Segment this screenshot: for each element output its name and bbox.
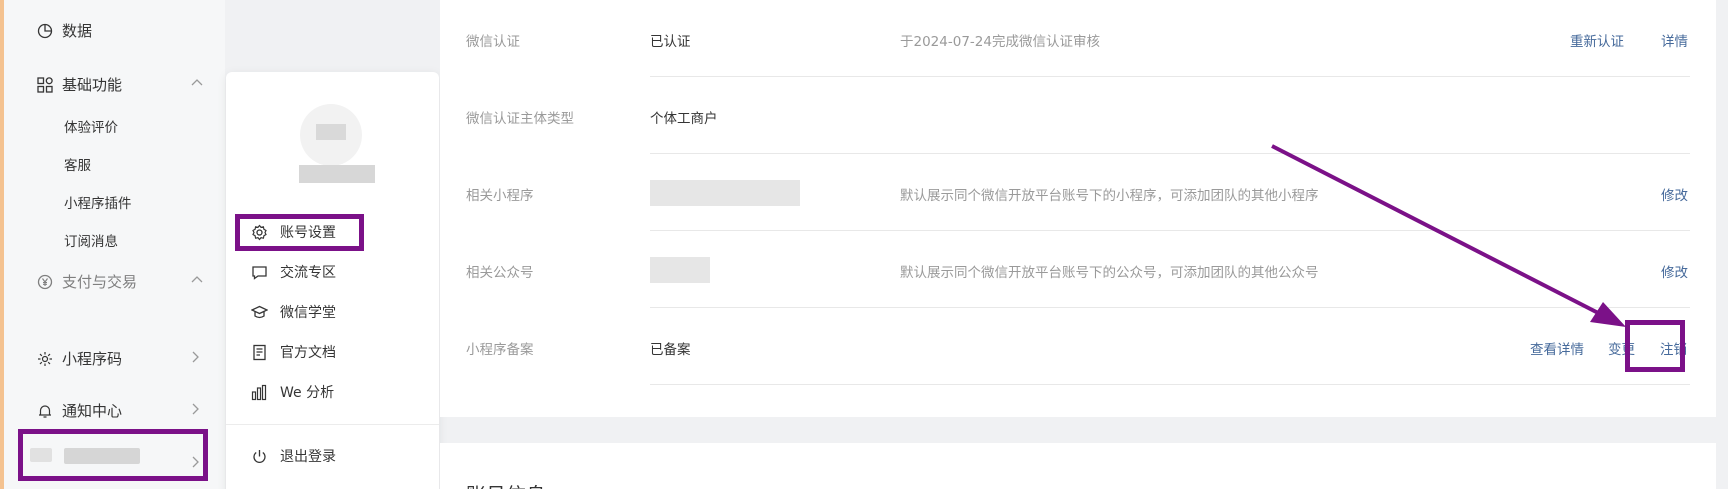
bar-analytics-icon xyxy=(250,383,268,401)
sidebar-item-notifications[interactable]: 通知中心 xyxy=(36,400,122,421)
chevron-up-icon[interactable] xyxy=(190,273,204,291)
sidebar-item-label: 基础功能 xyxy=(62,76,123,94)
divider xyxy=(226,424,439,425)
row-filing: 小程序备案 已备案 查看详情 变更 注销 xyxy=(466,308,1690,385)
sidebar-subitem-customer-service[interactable]: 客服 xyxy=(64,154,91,174)
chat-bubble-icon xyxy=(250,263,268,281)
sidebar-item-label: 通知中心 xyxy=(62,402,123,420)
row-wechat-verification: 微信认证 已认证 于2024-07-24完成微信认证审核 重新认证 详情 xyxy=(466,0,1690,77)
row-label: 微信认证主体类型 xyxy=(466,111,574,127)
menu-item-label: 微信学堂 xyxy=(280,305,336,321)
row-description: 于2024-07-24完成微信认证审核 xyxy=(900,34,1100,50)
row-label: 微信认证 xyxy=(466,34,520,50)
chevron-right-icon[interactable] xyxy=(188,402,202,420)
sidebar-subitem-subscriptions[interactable]: 订阅消息 xyxy=(64,230,118,250)
power-icon xyxy=(250,447,268,465)
sidebar-item-qrcode[interactable]: 小程序码 xyxy=(36,348,122,369)
avatar-placeholder xyxy=(316,124,346,140)
highlight-box-account xyxy=(18,429,208,481)
official-account-placeholder xyxy=(650,257,710,283)
miniprogram-list-placeholder xyxy=(650,180,800,206)
sidebar-item-data[interactable]: 数据 xyxy=(36,20,92,41)
chevron-up-icon[interactable] xyxy=(190,76,204,94)
highlight-box-cancel xyxy=(1625,320,1685,372)
account-info-card: 账号信息 xyxy=(440,443,1716,489)
row-value: 已备案 xyxy=(650,342,691,358)
menu-item-we-analytics[interactable]: We 分析 xyxy=(250,382,334,402)
sidebar-item-label: 小程序码 xyxy=(62,350,123,368)
reverify-link[interactable]: 重新认证 xyxy=(1570,30,1624,50)
view-details-link[interactable]: 查看详情 xyxy=(1530,338,1584,358)
account-details-card: 微信认证 已认证 于2024-07-24完成微信认证审核 重新认证 详情 微信认… xyxy=(440,0,1716,417)
section-title: 账号信息 xyxy=(466,479,546,489)
account-popup-menu: 账号设置 交流专区 微信学堂 官方文档 We 分析 退出登录 xyxy=(226,72,439,489)
graduation-cap-icon xyxy=(250,303,268,321)
logout-button[interactable]: 退出登录 xyxy=(250,446,336,466)
sun-code-icon xyxy=(36,350,54,368)
grid-apps-icon xyxy=(36,76,54,94)
row-verification-entity-type: 微信认证主体类型 个体工商户 xyxy=(466,77,1690,154)
modify-link[interactable]: 修改 xyxy=(1661,261,1688,281)
bell-icon xyxy=(36,402,54,420)
account-name-placeholder xyxy=(299,165,375,183)
sidebar-item-label: 支付与交易 xyxy=(62,273,138,291)
menu-item-label: We 分析 xyxy=(280,385,335,401)
sidebar-subitem-plugins[interactable]: 小程序插件 xyxy=(64,192,132,212)
yuan-coin-icon xyxy=(36,273,54,291)
details-link[interactable]: 详情 xyxy=(1661,30,1688,50)
sidebar: 数据 基础功能 体验评价 客服 小程序插件 订阅消息 支付与交易 小程序码 通知… xyxy=(4,0,225,489)
avatar xyxy=(300,104,362,166)
row-related-official-accounts: 相关公众号 默认展示同个微信开放平台账号下的公众号，可添加团队的其他公众号 修改 xyxy=(466,231,1690,308)
sidebar-item-basic-functions[interactable]: 基础功能 xyxy=(36,74,122,95)
modify-link[interactable]: 修改 xyxy=(1661,184,1688,204)
row-label: 相关公众号 xyxy=(466,265,534,281)
row-related-miniprograms: 相关小程序 默认展示同个微信开放平台账号下的小程序，可添加团队的其他小程序 修改 xyxy=(466,154,1690,231)
logout-label: 退出登录 xyxy=(280,449,336,465)
sidebar-item-label: 数据 xyxy=(62,22,93,40)
row-description: 默认展示同个微信开放平台账号下的公众号，可添加团队的其他公众号 xyxy=(900,265,1319,281)
menu-item-label: 官方文档 xyxy=(280,345,336,361)
row-label: 小程序备案 xyxy=(466,342,534,358)
highlight-box-account-settings xyxy=(235,214,364,251)
menu-item-wechat-academy[interactable]: 微信学堂 xyxy=(250,302,336,322)
row-value: 已认证 xyxy=(650,34,691,50)
row-description: 默认展示同个微信开放平台账号下的小程序，可添加团队的其他小程序 xyxy=(900,188,1319,204)
menu-item-community[interactable]: 交流专区 xyxy=(250,262,336,282)
row-value: 个体工商户 xyxy=(650,111,718,127)
document-icon xyxy=(250,343,268,361)
chevron-right-icon[interactable] xyxy=(188,350,202,368)
sidebar-subitem-experience-rating[interactable]: 体验评价 xyxy=(64,116,118,136)
sidebar-item-payment[interactable]: 支付与交易 xyxy=(36,271,137,292)
row-label: 相关小程序 xyxy=(466,188,534,204)
chart-pie-icon xyxy=(36,22,54,40)
menu-item-label: 交流专区 xyxy=(280,265,336,281)
menu-item-official-docs[interactable]: 官方文档 xyxy=(250,342,336,362)
